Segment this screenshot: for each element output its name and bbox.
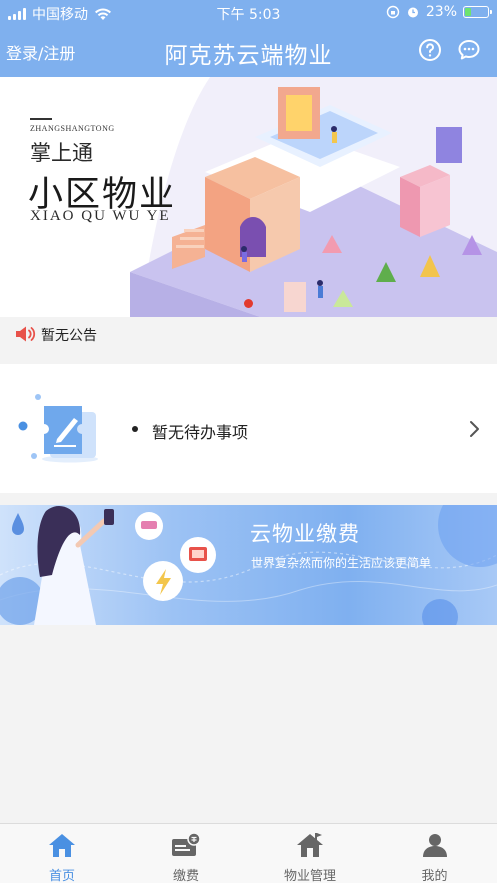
promo-banner[interactable]: ZHANGSHANGTONG 掌上通 小区物业 XIAO QU WU YE <box>0 77 497 317</box>
brand-divider <box>30 118 52 120</box>
property-house-icon <box>297 833 323 857</box>
user-icon <box>422 834 447 857</box>
payment-title: 云物业缴费 <box>250 522 360 546</box>
chat-bubble-icon[interactable] <box>457 38 481 62</box>
tab-home-label: 首页 <box>48 869 75 883</box>
announcement-text: 暂无公告 <box>41 328 97 344</box>
brand-line-1: 掌上通 <box>30 141 93 165</box>
question-circle-icon[interactable] <box>418 38 442 62</box>
tab-mine[interactable]: 我的 <box>372 824 497 883</box>
todo-bullet <box>132 426 138 432</box>
todo-card[interactable]: 暂无待办事项 <box>0 364 497 493</box>
announcement-bar[interactable]: 暂无公告 <box>0 317 497 351</box>
payment-subtitle: 世界复杂然而你的生活应该更简单 <box>251 556 432 570</box>
todo-text: 暂无待办事项 <box>152 423 249 442</box>
tab-property-label: 物业管理 <box>283 869 336 883</box>
lock-rotation-icon <box>386 5 400 19</box>
payment-card-icon <box>172 832 201 856</box>
status-bar: 中国移动 下午 5:03 23% <box>0 0 497 26</box>
home-icon <box>49 834 75 857</box>
top-bar: 中国移动 下午 5:03 23% 登录/注册 阿克苏云端物业 <box>0 0 497 77</box>
brand-pinyin: XIAO QU WU YE <box>30 208 171 224</box>
tab-payment[interactable]: 缴费 <box>124 824 248 883</box>
battery-percent: 23% <box>425 4 457 20</box>
bottom-tab-bar: 首页 缴费 物业管理 我的 <box>0 823 497 883</box>
brand-pinyin-small: ZHANGSHANGTONG <box>30 124 115 133</box>
chevron-right-icon[interactable] <box>469 420 481 438</box>
tab-home[interactable]: 首页 <box>0 824 124 883</box>
battery-icon <box>463 6 492 18</box>
tab-payment-label: 缴费 <box>172 869 199 883</box>
tab-mine-label: 我的 <box>421 869 448 883</box>
tab-property-management[interactable]: 物业管理 <box>248 824 372 883</box>
carousel-indicator[interactable] <box>244 299 253 308</box>
speaker-icon <box>16 326 36 342</box>
alarm-icon <box>407 7 418 18</box>
payment-banner[interactable]: 云物业缴费 世界复杂然而你的生活应该更简单 <box>0 505 497 625</box>
ticket-edit-icon <box>18 394 98 463</box>
app-header: 登录/注册 阿克苏云端物业 <box>0 26 497 77</box>
